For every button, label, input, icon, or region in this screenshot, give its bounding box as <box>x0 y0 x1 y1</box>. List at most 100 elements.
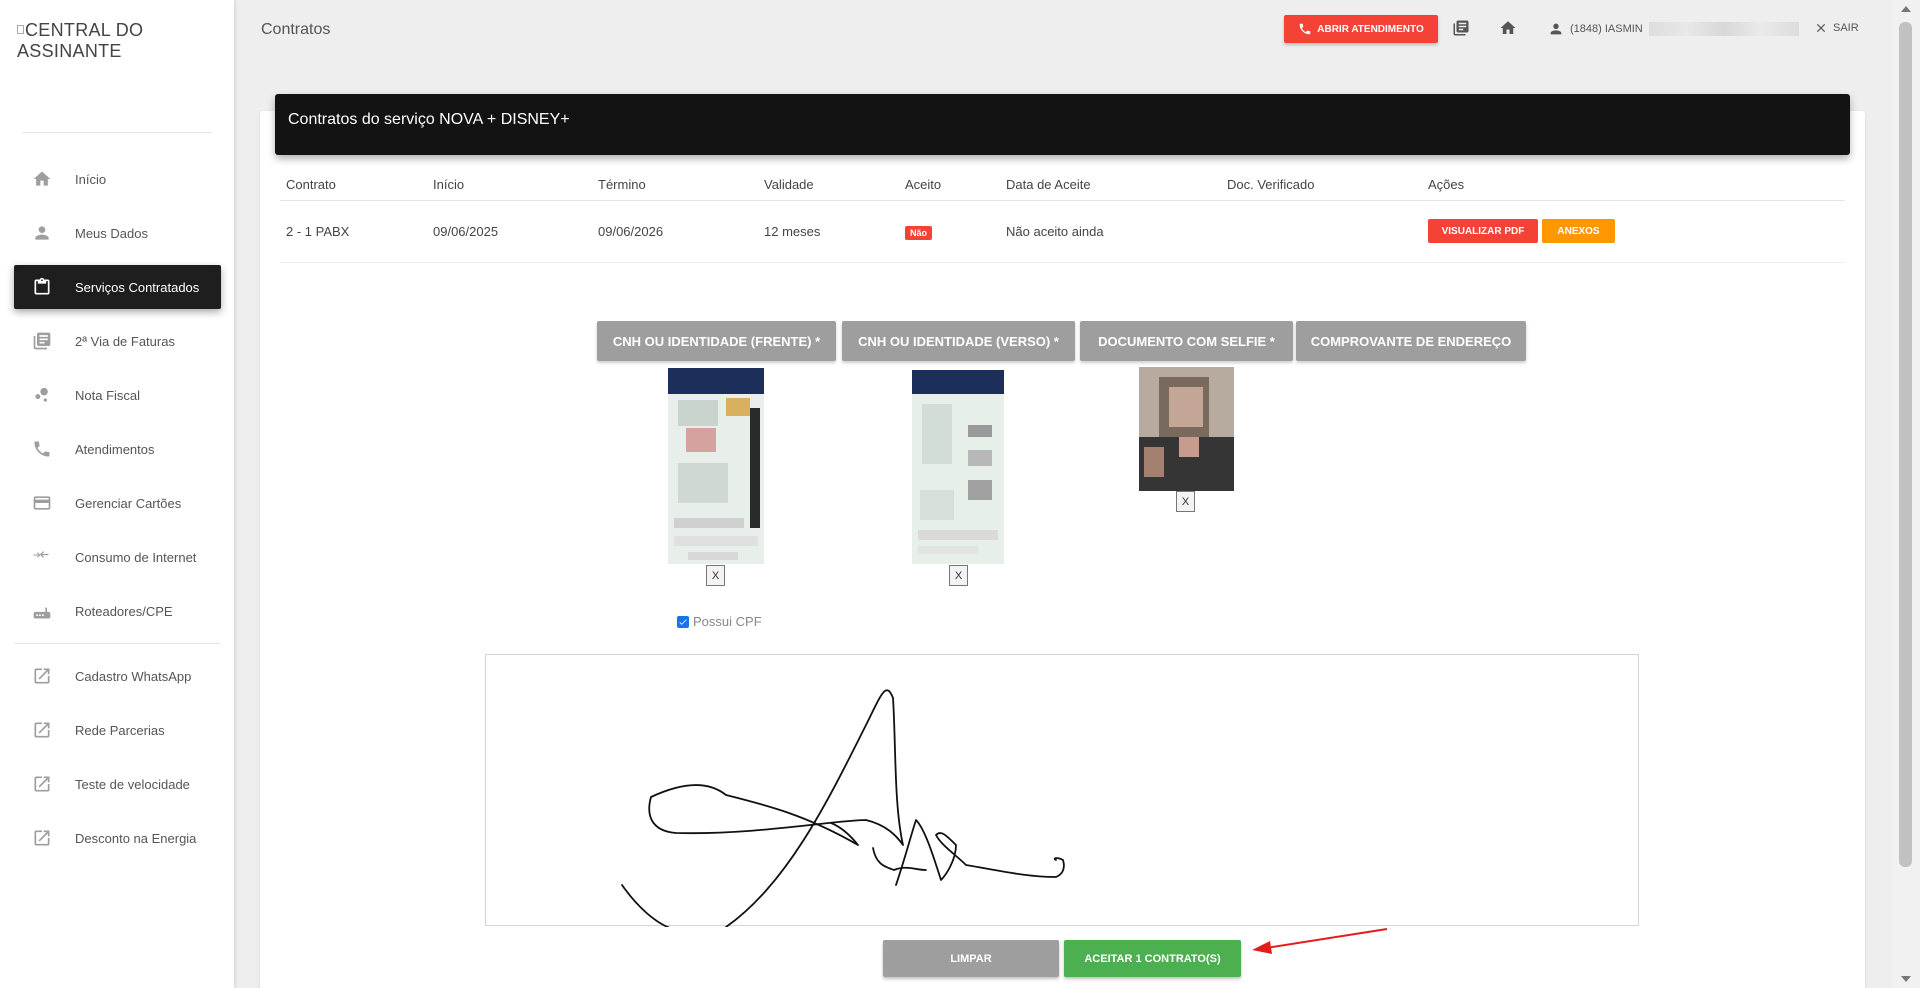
sidebar-item-label: Desconto na Energia <box>75 830 197 846</box>
sidebar-link-desconto-energia[interactable]: Desconto na Energia <box>14 816 221 860</box>
sidebar-item-label: Meus Dados <box>75 225 148 241</box>
sidebar-item-faturas[interactable]: 2ª Via de Faturas <box>14 319 221 363</box>
col-aceito: Aceito <box>899 170 1000 201</box>
checkbox-checked-icon <box>677 615 689 628</box>
upload-address-proof-button[interactable]: COMPROVANTE DE ENDEREÇO <box>1296 321 1526 361</box>
cell-contrato: 2 - 1 PABX <box>280 200 427 263</box>
view-pdf-button[interactable]: VISUALIZAR PDF <box>1428 219 1538 243</box>
home-icon <box>31 168 53 190</box>
external-link-icon <box>31 827 53 849</box>
cell-doc-verificado <box>1221 200 1422 263</box>
sidebar-link-whatsapp[interactable]: Cadastro WhatsApp <box>14 654 221 698</box>
table-row: 2 - 1 PABX 09/06/2025 09/06/2026 12 mese… <box>280 200 1845 263</box>
sidebar-item-meus-dados[interactable]: Meus Dados <box>14 211 221 255</box>
sidebar-item-servicos-contratados[interactable]: Serviços Contratados <box>14 265 221 309</box>
has-cpf-label: Possui CPF <box>693 614 762 629</box>
remove-id-back-button[interactable]: X <box>949 565 968 586</box>
redacted-name <box>1648 22 1799 36</box>
col-doc-verificado: Doc. Verificado <box>1221 170 1422 201</box>
accept-contracts-button[interactable]: ACEITAR 1 CONTRATO(S) <box>1064 940 1241 977</box>
scroll-down-icon[interactable] <box>1901 976 1911 982</box>
person-icon <box>1550 23 1562 35</box>
signature-pad[interactable] <box>485 654 1639 931</box>
sidebar-item-label: Início <box>75 171 107 187</box>
user-name: (1848) IASMIN <box>1570 23 1643 35</box>
sidebar-item-label: Roteadores/CPE <box>75 603 173 619</box>
table-header-row: Contrato Início Término Validade Aceito … <box>280 170 1845 201</box>
brand-logo[interactable]: CENTRAL DO ASSINANTE <box>17 20 234 62</box>
cell-aceito: Não <box>899 200 1000 263</box>
remove-selfie-button[interactable]: X <box>1176 491 1195 512</box>
id-front-thumbnail <box>668 368 764 564</box>
brand-divider <box>22 132 212 133</box>
receipt-icon <box>31 330 53 352</box>
bubbles-icon <box>31 384 53 406</box>
top-bar: Contratos ABRIR ATENDIMENTO (1848) IASMI… <box>234 0 1892 60</box>
sidebar-item-inicio[interactable]: Início <box>14 157 221 201</box>
person-icon <box>31 222 53 244</box>
clear-signature-button[interactable]: LIMPAR <box>883 940 1059 977</box>
sidebar-item-label: Rede Parcerias <box>75 722 165 738</box>
cell-validade: 12 meses <box>758 200 899 263</box>
sidebar-item-cartoes[interactable]: Gerenciar Cartões <box>14 481 221 525</box>
external-link-icon <box>31 719 53 741</box>
external-link-icon <box>31 773 53 795</box>
has-cpf-checkbox[interactable]: Possui CPF <box>677 614 762 629</box>
page-scrollbar[interactable] <box>1892 0 1920 988</box>
col-acoes: Ações <box>1422 170 1845 201</box>
router-icon <box>31 600 53 622</box>
cell-termino: 09/06/2026 <box>592 200 758 263</box>
open-ticket-button[interactable]: ABRIR ATENDIMENTO <box>1284 15 1438 43</box>
sidebar-item-label: Atendimentos <box>75 441 155 457</box>
sidebar-item-label: Teste de velocidade <box>75 776 190 792</box>
sidebar: CENTRAL DO ASSINANTE Início Meus Dados S… <box>0 0 234 988</box>
col-termino: Término <box>592 170 758 201</box>
status-badge: Não <box>905 225 933 240</box>
scroll-up-icon[interactable] <box>1901 6 1911 12</box>
sidebar-item-label: Nota Fiscal <box>75 387 141 403</box>
cell-inicio: 09/06/2025 <box>427 200 592 263</box>
open-ticket-label: ABRIR ATENDIMENTO <box>1317 23 1424 35</box>
scrollbar-thumb[interactable] <box>1899 22 1912 867</box>
close-icon <box>1816 23 1826 33</box>
logout-label: SAIR <box>1833 22 1859 34</box>
phone-icon <box>1300 23 1311 35</box>
card-title: Contratos do serviço NOVA + DISNEY+ <box>275 94 1850 155</box>
col-data-aceite: Data de Aceite <box>1000 170 1221 201</box>
home-icon[interactable] <box>1499 19 1519 39</box>
sidebar-item-consumo-internet[interactable]: Consumo de Internet <box>14 535 221 579</box>
sidebar-item-roteadores[interactable]: Roteadores/CPE <box>14 589 221 633</box>
sidebar-item-label: Gerenciar Cartões <box>75 495 182 511</box>
sidebar-item-label: 2ª Via de Faturas <box>75 333 175 349</box>
phone-icon <box>31 438 53 460</box>
upload-selfie-button[interactable]: DOCUMENTO COM SELFIE * <box>1080 321 1293 361</box>
remove-id-front-button[interactable]: X <box>706 565 725 586</box>
page-title: Contratos <box>261 21 331 38</box>
sidebar-divider <box>14 643 221 644</box>
user-menu[interactable]: (1848) IASMIN <box>1548 21 1799 37</box>
broken-image-icon <box>17 25 24 34</box>
signature-drawing <box>621 689 1065 931</box>
id-back-thumbnail <box>912 370 1004 564</box>
sidebar-item-nota-fiscal[interactable]: Nota Fiscal <box>14 373 221 417</box>
col-validade: Validade <box>758 170 899 201</box>
sidebar-nav: Início Meus Dados Serviços Contratados 2… <box>14 157 221 870</box>
col-contrato: Contrato <box>280 170 427 201</box>
selfie-thumbnail <box>1139 367 1234 491</box>
attachments-button[interactable]: ANEXOS <box>1542 219 1615 243</box>
col-inicio: Início <box>427 170 592 201</box>
external-link-icon <box>31 665 53 687</box>
annotation-arrow-icon <box>1252 928 1388 954</box>
invoices-icon[interactable] <box>1452 19 1472 39</box>
sidebar-item-atendimentos[interactable]: Atendimentos <box>14 427 221 471</box>
sidebar-item-label: Consumo de Internet <box>75 549 197 565</box>
logout-button[interactable]: SAIR <box>1814 21 1859 35</box>
sidebar-link-teste-velocidade[interactable]: Teste de velocidade <box>14 762 221 806</box>
clipboard-icon <box>31 276 53 298</box>
contracts-table: Contrato Início Término Validade Aceito … <box>280 170 1845 263</box>
upload-id-back-button[interactable]: CNH OU IDENTIDADE (VERSO) * <box>842 321 1075 361</box>
upload-id-front-button[interactable]: CNH OU IDENTIDADE (FRENTE) * <box>597 321 836 361</box>
credit-card-icon <box>31 492 53 514</box>
sidebar-link-rede-parcerias[interactable]: Rede Parcerias <box>14 708 221 752</box>
brand-text: CENTRAL DO ASSINANTE <box>17 20 144 61</box>
